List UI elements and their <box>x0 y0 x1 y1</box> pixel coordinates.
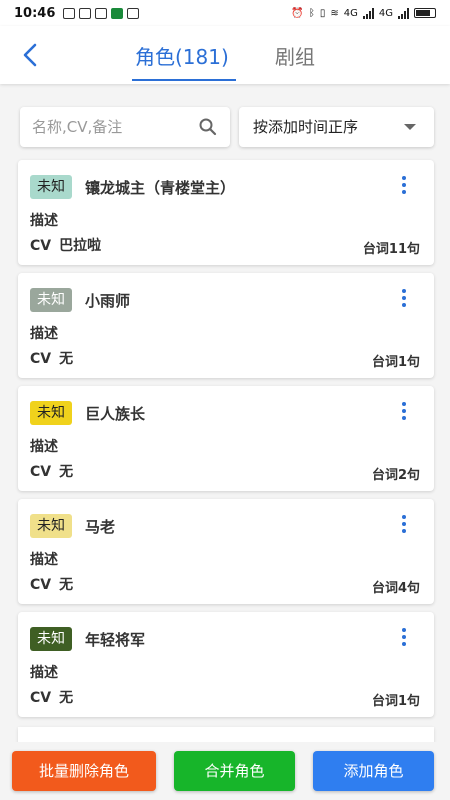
role-description-label: 描述 <box>30 665 58 681</box>
caret-down-icon <box>404 124 416 130</box>
green-app-notification-icon <box>111 7 124 19</box>
role-cv: CV 无 <box>30 348 73 368</box>
cv-label: CV <box>30 238 52 254</box>
role-cv: CV 无 <box>30 461 73 481</box>
net-tag-1: 4G <box>343 7 358 19</box>
role-name: 年轻将军 <box>85 631 146 649</box>
more-options-icon[interactable] <box>398 515 410 537</box>
role-line-count: 台词2句 <box>371 468 420 483</box>
cv-value: 巴拉啦 <box>59 238 102 254</box>
signal-2-icon <box>398 7 409 19</box>
batch-delete-roles-button[interactable]: 批量删除角色 <box>12 751 156 791</box>
sort-label: 按添加时间正序 <box>253 118 359 136</box>
cv-value: 无 <box>59 351 74 367</box>
back-button[interactable] <box>16 40 46 70</box>
role-name: 镶龙城主（青楼堂主） <box>85 179 236 197</box>
role-name: 马老 <box>85 518 116 536</box>
bottom-action-bar: 批量删除角色 合并角色 添加角色 <box>0 742 450 800</box>
role-cv: CV 无 <box>30 687 73 707</box>
search-input[interactable] <box>20 107 190 147</box>
tab-roles[interactable]: 角色(181) <box>135 41 229 70</box>
role-description-label: 描述 <box>30 439 58 455</box>
role-description-label: 描述 <box>30 552 58 568</box>
role-line-count: 台词1句 <box>371 355 420 370</box>
role-list: 未知 镶龙城主（青楼堂主） 描述 CV 巴拉啦 台词11句 未知 小雨师 描述 C… <box>18 160 434 725</box>
status-bar: 10:46 ⏰ ᛒ ▯ ≋ 4G 4G <box>0 0 450 26</box>
cv-label: CV <box>30 690 52 706</box>
search-icon[interactable] <box>198 117 218 141</box>
active-tab-indicator <box>132 79 236 81</box>
cv-label: CV <box>30 577 52 593</box>
role-line-count: 台词11句 <box>362 242 420 257</box>
mail-notification-icon <box>95 7 108 19</box>
search-box <box>20 107 230 147</box>
role-status-badge: 未知 <box>30 288 72 312</box>
notification-icons <box>63 7 140 19</box>
net-tag-2: 4G <box>378 7 393 19</box>
merge-roles-button[interactable]: 合并角色 <box>174 751 295 791</box>
role-card[interactable]: 未知 镶龙城主（青楼堂主） 描述 CV 巴拉啦 台词11句 <box>18 160 434 265</box>
app-notification-icon <box>63 7 76 19</box>
filter-bar: 按添加时间正序 <box>20 107 434 147</box>
cv-label: CV <box>30 464 52 480</box>
role-card[interactable]: 未知 年轻将军 描述 CV 无 台词1句 <box>18 612 434 717</box>
vibrate-icon: ▯ <box>319 7 326 19</box>
sort-dropdown[interactable]: 按添加时间正序 <box>239 107 434 147</box>
role-card[interactable]: 未知 马老 描述 CV 无 台词4句 <box>18 499 434 604</box>
tab-crew[interactable]: 剧组 <box>275 41 315 70</box>
role-description-label: 描述 <box>30 213 58 229</box>
role-status-badge: 未知 <box>30 401 72 425</box>
more-options-icon[interactable] <box>398 176 410 198</box>
signal-1-icon <box>362 7 374 19</box>
role-name: 小雨师 <box>85 292 131 310</box>
more-options-icon[interactable] <box>398 628 410 650</box>
chevron-left-icon <box>23 43 37 67</box>
role-line-count: 台词1句 <box>371 694 420 709</box>
more-options-icon[interactable] <box>398 402 410 424</box>
cv-value: 无 <box>59 690 74 706</box>
battery-icon <box>414 8 436 18</box>
role-name: 巨人族长 <box>85 405 146 423</box>
role-status-badge: 未知 <box>30 514 72 538</box>
cv-value: 无 <box>59 577 74 593</box>
app-header: 角色(181) 剧组 <box>0 26 450 84</box>
add-role-button[interactable]: 添加角色 <box>313 751 434 791</box>
role-description-label: 描述 <box>30 326 58 342</box>
wifi-icon: ≋ <box>330 7 339 19</box>
cv-value: 无 <box>59 464 74 480</box>
shield-notification-icon <box>127 7 140 19</box>
alarm-icon: ⏰ <box>291 7 304 19</box>
role-cv: CV 无 <box>30 574 73 594</box>
more-options-icon[interactable] <box>398 289 410 311</box>
bluetooth-icon: ᛒ <box>308 7 315 19</box>
role-cv: CV 巴拉啦 <box>30 235 101 255</box>
role-status-badge: 未知 <box>30 175 72 199</box>
cv-label: CV <box>30 351 52 367</box>
system-icons: ⏰ ᛒ ▯ ≋ 4G 4G <box>291 7 436 19</box>
role-line-count: 台词4句 <box>371 581 420 596</box>
role-card[interactable]: 未知 小雨师 描述 CV 无 台词1句 <box>18 273 434 378</box>
chat-notification-icon <box>79 7 92 19</box>
status-time: 10:46 <box>14 5 56 21</box>
role-card[interactable]: 未知 巨人族长 描述 CV 无 台词2句 <box>18 386 434 491</box>
role-status-badge: 未知 <box>30 627 72 651</box>
